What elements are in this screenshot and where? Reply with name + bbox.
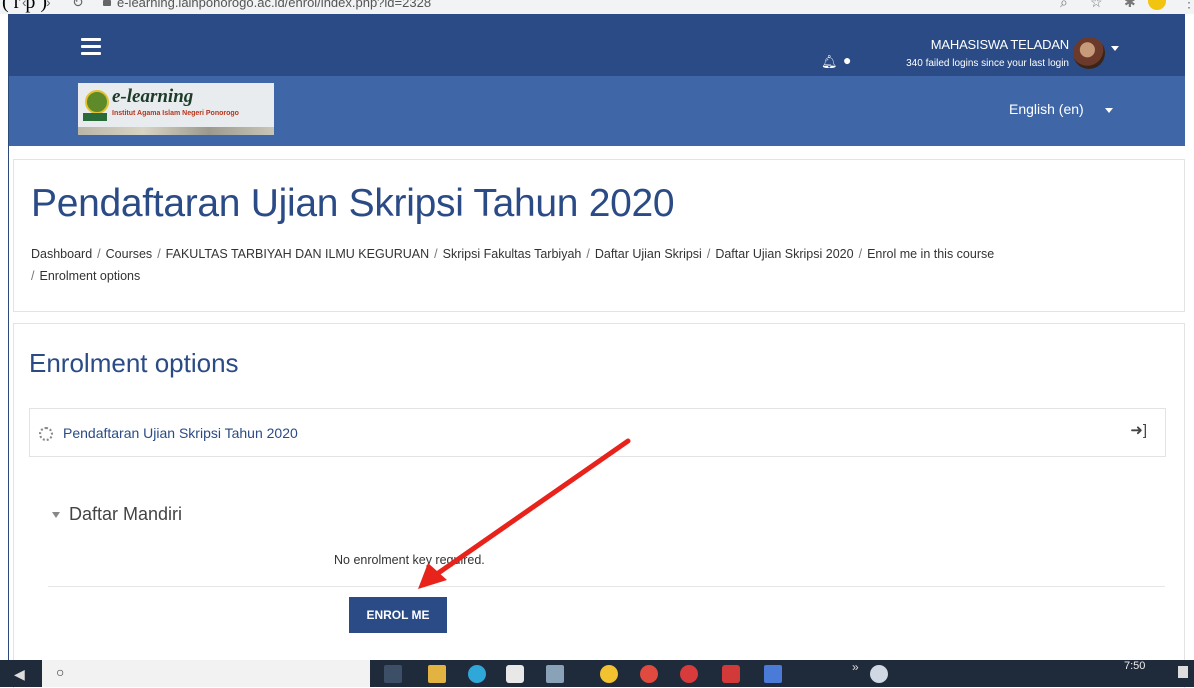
back-icon[interactable]: ‹ <box>22 0 27 10</box>
extension-icon[interactable]: ✱ <box>1124 0 1136 11</box>
breadcrumb-skripsi-fakultas[interactable]: Skripsi Fakultas Tarbiyah <box>443 247 582 261</box>
profile-avatar-icon[interactable] <box>1148 0 1166 10</box>
language-selector[interactable]: English (en) <box>1009 101 1084 117</box>
task-view-icon[interactable] <box>384 665 402 683</box>
app-red2-icon[interactable] <box>680 665 698 683</box>
logo-subtitle: Institut Agama Islam Negeri Ponorogo <box>112 110 239 117</box>
no-key-text: No enrolment key required. <box>334 553 485 567</box>
chrome-active-icon[interactable] <box>722 665 740 683</box>
logo-building-strip <box>78 127 274 135</box>
logo-emblem-base <box>83 113 107 121</box>
breadcrumb-daftar-ujian[interactable]: Daftar Ujian Skripsi <box>595 247 702 261</box>
breadcrumb-courses[interactable]: Courses <box>106 247 153 261</box>
edge-icon[interactable] <box>468 665 486 683</box>
user-avatar[interactable] <box>1073 37 1105 69</box>
brand-bar: e-learning Institut Agama Islam Negeri P… <box>9 76 1185 146</box>
taskbar-search[interactable]: ○ <box>42 660 370 687</box>
os-taskbar: ◀ ○ » 7:50 <box>0 660 1194 687</box>
section-title: Daftar Mandiri <box>69 504 183 524</box>
enrolment-heading: Enrolment options <box>29 348 239 378</box>
breadcrumb-separator: / <box>586 247 590 261</box>
logo-emblem-icon <box>85 90 109 114</box>
app-yellow-icon[interactable] <box>600 665 618 683</box>
bookmark-star-icon[interactable]: ☆ <box>1090 0 1103 11</box>
lock-icon <box>103 0 111 6</box>
caret-down-icon[interactable] <box>1111 46 1119 51</box>
forward-icon[interactable]: › <box>46 0 51 10</box>
reload-icon[interactable]: ↻ <box>72 0 84 11</box>
enter-icon[interactable]: ➜] <box>1130 421 1147 439</box>
network-icon[interactable] <box>870 665 888 683</box>
breadcrumb-enrolment-options: Enrolment options <box>39 269 141 283</box>
enrol-me-button[interactable]: ENROL ME <box>349 597 447 633</box>
file-explorer-icon[interactable] <box>428 665 446 683</box>
divider <box>48 586 1165 587</box>
browser-address-bar: ( r p ) ‹ › ↻ e-learning.iainponorogo.ac… <box>0 0 1194 14</box>
breadcrumb-separator: / <box>434 247 438 261</box>
failed-logins-notice: 340 failed logins since your last login <box>906 58 1069 69</box>
logo-title: e-learning <box>112 86 194 107</box>
browser-menu-icon[interactable]: ⋮ <box>1182 0 1194 11</box>
chat-icon[interactable]: ● <box>843 52 851 68</box>
store-icon[interactable] <box>506 665 524 683</box>
clock-time[interactable]: 7:50 <box>1124 660 1145 672</box>
zoom-icon[interactable]: ⌕ <box>1060 0 1068 11</box>
user-name[interactable]: MAHASISWA TELADAN <box>879 37 1069 52</box>
breadcrumb: Dashboard / Courses / FAKULTAS TARBIYAH DAN … <box>31 243 1171 287</box>
app-red-icon[interactable] <box>640 665 658 683</box>
breadcrumb-enrol-me[interactable]: Enrol me in this course <box>867 247 994 261</box>
breadcrumb-faculty[interactable]: FAKULTAS TARBIYAH DAN ILMU KEGURUAN <box>166 247 429 261</box>
show-desktop-icon[interactable] <box>1178 666 1188 678</box>
site-logo[interactable]: e-learning Institut Agama Islam Negeri P… <box>78 83 274 135</box>
breadcrumb-dashboard[interactable]: Dashboard <box>31 247 92 261</box>
breadcrumb-separator: / <box>157 247 161 261</box>
url-text[interactable]: e-learning.iainponorogo.ac.id/enrol/inde… <box>117 0 431 10</box>
start-icon[interactable]: ◀ <box>14 666 25 683</box>
hamburger-icon[interactable] <box>81 38 101 59</box>
search-icon: ○ <box>56 664 65 680</box>
course-name-link[interactable]: Pendaftaran Ujian Skripsi Tahun 2020 <box>63 425 298 441</box>
breadcrumb-separator: / <box>97 247 101 261</box>
overflow-chevron-icon[interactable]: » <box>852 660 859 674</box>
collapse-caret-icon[interactable] <box>52 512 60 518</box>
bell-icon[interactable]: 🔔︎ <box>821 54 838 70</box>
word-icon[interactable] <box>764 665 782 683</box>
main-region: Enrolment options Pendaftaran Ujian Skri… <box>13 323 1185 688</box>
top-navbar: 🔔︎ ● MAHASISWA TELADAN 340 failed logins… <box>9 14 1185 76</box>
breadcrumb-separator: / <box>858 247 863 261</box>
breadcrumb-separator: / <box>706 247 711 261</box>
course-icon <box>39 427 53 441</box>
page-title: Pendaftaran Ujian Skripsi Tahun 2020 <box>31 182 675 225</box>
page-header: Pendaftaran Ujian Skripsi Tahun 2020 Das… <box>13 159 1185 312</box>
app-icon[interactable] <box>546 665 564 683</box>
breadcrumb-daftar-ujian-2020[interactable]: Daftar Ujian Skripsi 2020 <box>715 247 853 261</box>
language-caret-icon[interactable] <box>1105 108 1113 113</box>
course-box: Pendaftaran Ujian Skripsi Tahun 2020 ➜] <box>29 408 1166 457</box>
